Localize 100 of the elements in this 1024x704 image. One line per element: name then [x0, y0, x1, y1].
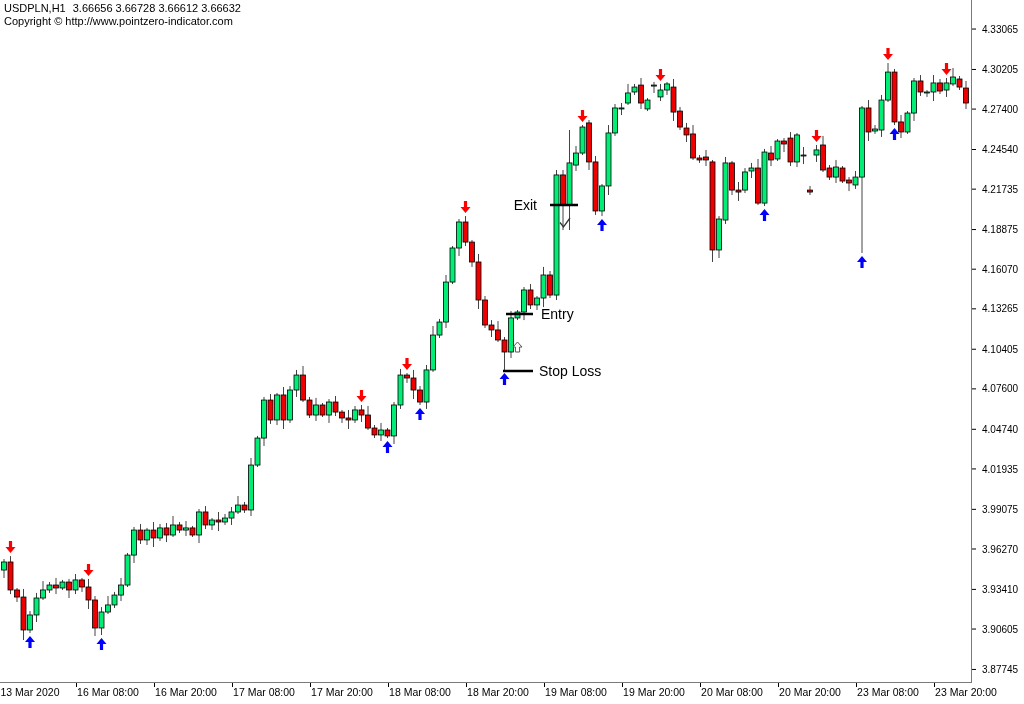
rising-candle: [72, 573, 79, 595]
falling-candle: [560, 169, 566, 231]
rising-candle: [352, 405, 358, 424]
rising-candle: [833, 159, 839, 184]
falling-candle: [937, 78, 943, 95]
up-arrow-icon: [759, 209, 770, 222]
falling-candle: [768, 145, 774, 167]
falling-candle: [215, 511, 222, 532]
falling-candle: [527, 283, 534, 310]
time-label: 13 Mar 2020: [0, 686, 60, 698]
price-label: 4.27400: [982, 103, 1019, 115]
up-arrow-icon: [382, 441, 393, 454]
price-label: 4.18875: [982, 224, 1019, 236]
price-level-line: [503, 369, 533, 373]
price-label: 4.07600: [982, 383, 1019, 395]
down-arrow-icon: [5, 541, 16, 554]
down-arrow-icon: [577, 110, 588, 123]
price-label: 4.30205: [982, 64, 1019, 76]
rising-candle: [1, 558, 7, 579]
annotation-label: Stop Loss: [539, 363, 602, 379]
price-label: 4.21735: [982, 183, 1019, 195]
price-label: 4.13265: [982, 303, 1019, 315]
time-label: 20 Mar 08:00: [701, 686, 763, 698]
rising-candle: [378, 422, 384, 442]
rising-candle: [196, 508, 202, 544]
price-label: 4.16070: [982, 263, 1019, 275]
down-arrow-icon: [811, 130, 822, 142]
annotation-label: Entry: [541, 306, 574, 322]
time-label: 17 Mar 08:00: [233, 686, 295, 698]
time-label: 18 Mar 08:00: [389, 686, 451, 698]
price-label: 4.04740: [982, 423, 1019, 435]
rising-candle: [313, 397, 319, 422]
time-label: 23 Mar 08:00: [857, 686, 919, 698]
falling-candle: [755, 158, 761, 206]
price-label: 4.24540: [982, 144, 1019, 156]
time-label: 19 Mar 08:00: [545, 686, 607, 698]
falling-candle: [319, 402, 326, 418]
falling-candle: [66, 578, 72, 599]
rising-candle: [274, 392, 280, 426]
down-arrow-icon: [83, 563, 94, 576]
copyright-text: Copyright © http://www.pointzero-indicator.com: [4, 15, 233, 28]
falling-candle: [280, 386, 287, 430]
falling-candle: [638, 77, 644, 110]
hollow-up-arrow-icon: [512, 341, 523, 353]
time-label: 20 Mar 20:00: [779, 686, 841, 698]
annotation-label: Exit: [513, 197, 537, 213]
falling-candle: [807, 185, 813, 196]
falling-candle: [176, 521, 183, 534]
rising-candle: [59, 579, 66, 591]
time-label: 16 Mar 20:00: [155, 686, 217, 698]
up-arrow-icon: [415, 408, 425, 420]
price-label: 4.33065: [982, 23, 1019, 35]
rising-candle: [813, 144, 820, 163]
price-label: 3.87745: [982, 664, 1019, 676]
rising-candle: [644, 97, 651, 112]
rising-candle: [326, 398, 332, 424]
symbol-label: USDPLN,H1: [4, 2, 66, 15]
falling-candle: [53, 577, 59, 595]
down-arrow-icon: [356, 390, 367, 402]
falling-candle: [384, 427, 391, 439]
check-mark-icon: [559, 217, 571, 229]
falling-candle: [150, 521, 157, 548]
down-arrow-icon: [655, 68, 666, 81]
up-arrow-icon: [25, 636, 35, 649]
up-arrow-icon: [96, 638, 107, 651]
rising-candle: [761, 148, 768, 207]
time-label: 17 Mar 20:00: [311, 686, 373, 698]
falling-candle: [241, 501, 248, 514]
rising-candle: [144, 527, 150, 546]
price-level-line: [506, 312, 533, 316]
price-label: 3.93410: [982, 584, 1019, 595]
rising-candle: [170, 515, 176, 538]
time-label: 18 Mar 20:00: [467, 686, 529, 698]
price-label: 3.99075: [982, 503, 1019, 515]
price-label: 3.90605: [982, 623, 1019, 635]
time-label: 19 Mar 20:00: [623, 686, 685, 698]
falling-candle: [189, 525, 196, 538]
down-arrow-icon: [941, 63, 952, 75]
falling-candle: [917, 74, 924, 97]
time-label: 16 Mar 08:00: [77, 686, 139, 698]
falling-candle: [547, 270, 553, 299]
up-arrow-icon: [597, 219, 607, 232]
falling-candle: [865, 99, 872, 142]
time-label: 23 Mar 20:00: [935, 686, 997, 698]
price-label: 4.01935: [982, 463, 1019, 475]
rising-candle: [774, 138, 781, 162]
rising-candle: [183, 520, 189, 537]
quote-values: 3.66656 3.66728 3.66612 3.66632: [72, 2, 241, 15]
up-arrow-icon: [857, 255, 867, 268]
down-arrow-icon: [883, 48, 893, 60]
up-arrow-icon: [889, 128, 900, 141]
price-label: 3.96270: [982, 543, 1019, 555]
rising-candle: [209, 517, 215, 531]
falling-candle: [137, 523, 144, 545]
rising-candle: [157, 523, 163, 542]
falling-candle: [202, 505, 209, 530]
down-arrow-icon: [460, 201, 471, 214]
up-arrow-icon: [499, 372, 510, 385]
down-arrow-icon: [402, 358, 412, 371]
falling-candle: [267, 393, 274, 425]
